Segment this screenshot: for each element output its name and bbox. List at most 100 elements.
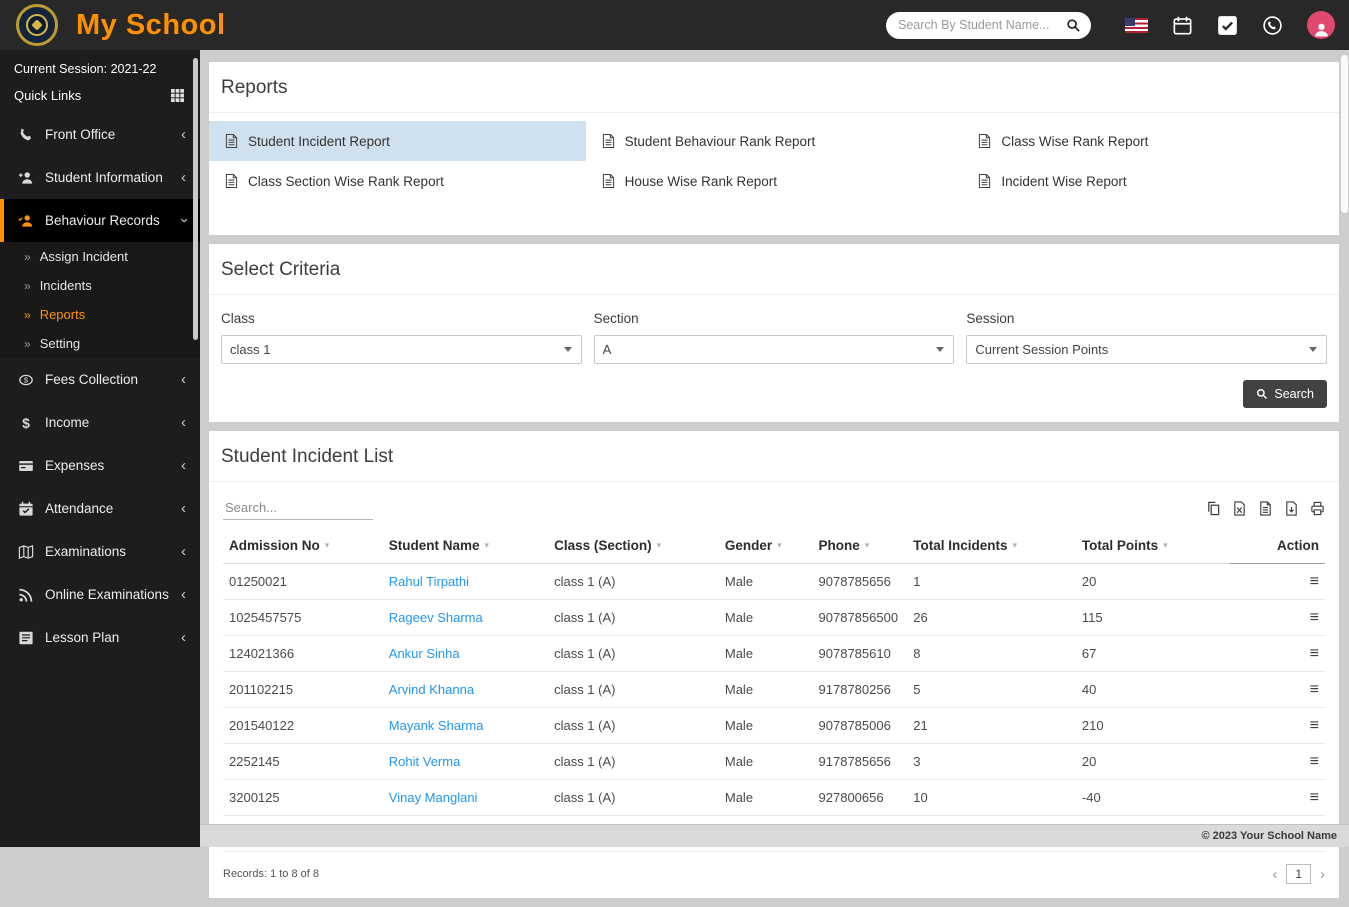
sidebar-subitem[interactable]: » Assign Incident	[0, 242, 200, 271]
sidebar-subitem[interactable]: » Setting	[0, 329, 200, 358]
class-section-cell: class 1 (A)	[548, 780, 719, 816]
column-header[interactable]: Action▾	[1230, 528, 1325, 564]
criteria-field: Section A	[594, 311, 955, 364]
page-number[interactable]: 1	[1286, 864, 1311, 884]
sidebar-item[interactable]: $ Fees Collection ‹	[0, 358, 200, 401]
whatsapp-icon[interactable]	[1262, 15, 1283, 36]
incident-list-title: Student Incident List	[209, 431, 1339, 482]
student-search-input[interactable]	[898, 18, 1066, 32]
report-link[interactable]: Student Behaviour Rank Report	[586, 121, 963, 161]
total-incidents-cell: 8	[907, 636, 1076, 672]
criteria-select[interactable]: A	[594, 335, 955, 364]
column-header[interactable]: Phone▾	[813, 528, 908, 564]
column-header[interactable]: Total Incidents▾	[907, 528, 1076, 564]
row-action-menu-icon[interactable]: ≡	[1310, 645, 1319, 662]
criteria-actions: Search	[209, 364, 1339, 408]
phone-cell: 90787856500	[813, 600, 908, 636]
sidebar-item[interactable]: Expenses ‹	[0, 444, 200, 487]
task-check-icon[interactable]	[1217, 15, 1238, 36]
quick-links[interactable]: Quick Links	[0, 80, 200, 113]
next-page-icon[interactable]: ›	[1320, 866, 1325, 883]
student-name-link[interactable]: Mayank Sharma	[389, 718, 484, 733]
records-info: Records: 1 to 8 of 8	[223, 868, 319, 880]
phone-cell: 9078785006	[813, 708, 908, 744]
row-action-menu-icon[interactable]: ≡	[1310, 573, 1319, 590]
column-header[interactable]: Class (Section)▾	[548, 528, 719, 564]
chevron-icon: ‹	[181, 415, 186, 430]
report-link-label: Student Behaviour Rank Report	[625, 134, 816, 149]
attendance-icon	[18, 501, 34, 517]
phone-cell: 9078785610	[813, 636, 908, 672]
sidebar-item[interactable]: Student Information ‹	[0, 156, 200, 199]
chevron-icon: ‹	[181, 127, 186, 142]
gender-cell: Male	[719, 672, 813, 708]
row-action-menu-icon[interactable]: ≡	[1310, 717, 1319, 734]
brand[interactable]: My School	[0, 4, 226, 46]
student-name-link[interactable]: Vinay Manglani	[389, 790, 478, 805]
report-link-label: Student Incident Report	[248, 134, 390, 149]
excel-icon[interactable]	[1232, 501, 1247, 516]
csv-icon[interactable]	[1258, 501, 1273, 516]
report-link[interactable]: House Wise Rank Report	[586, 161, 963, 201]
us-flag-icon[interactable]	[1125, 18, 1148, 33]
sidebar-subitem[interactable]: » Incidents	[0, 271, 200, 300]
sidebar-item[interactable]: Front Office ‹	[0, 113, 200, 156]
lesson-plan-icon	[18, 630, 34, 646]
report-link[interactable]: Student Incident Report	[209, 121, 586, 161]
sidebar-subitem[interactable]: » Reports	[0, 300, 200, 329]
table-row: 1025457575 Rageev Sharma class 1 (A) Mal…	[223, 600, 1325, 636]
print-icon[interactable]	[1310, 501, 1325, 516]
criteria-select[interactable]: class 1	[221, 335, 582, 364]
field-label: Section	[594, 311, 955, 326]
sidebar-item[interactable]: Examinations ‹	[0, 530, 200, 573]
sidebar-scrollbar[interactable]	[193, 58, 198, 340]
profile-avatar[interactable]	[1307, 11, 1335, 39]
row-action-menu-icon[interactable]: ≡	[1310, 753, 1319, 770]
sidebar-item-label: Online Examinations	[45, 587, 170, 602]
report-link[interactable]: Class Section Wise Rank Report	[209, 161, 586, 201]
reports-title: Reports	[209, 62, 1339, 113]
student-name-link[interactable]: Rohit Verma	[389, 754, 461, 769]
gender-cell: Male	[719, 564, 813, 600]
grid-icon[interactable]	[171, 89, 184, 102]
gender-cell: Male	[719, 708, 813, 744]
action-cell: ≡	[1230, 672, 1325, 708]
row-action-menu-icon[interactable]: ≡	[1310, 789, 1319, 806]
student-name-link[interactable]: Ankur Sinha	[389, 646, 460, 661]
row-action-menu-icon[interactable]: ≡	[1310, 609, 1319, 626]
total-points-cell: 20	[1076, 564, 1230, 600]
report-link-label: Incident Wise Report	[1001, 174, 1126, 189]
table-search-input[interactable]	[223, 496, 373, 520]
sidebar-item[interactable]: Lesson Plan ‹	[0, 616, 200, 659]
report-link[interactable]: Incident Wise Report	[962, 161, 1339, 201]
column-header[interactable]: Admission No▾	[223, 528, 383, 564]
page-scrollbar[interactable]	[1341, 55, 1348, 213]
column-header[interactable]: Student Name▾	[383, 528, 548, 564]
column-header[interactable]: Gender▾	[719, 528, 813, 564]
sidebar-item[interactable]: Attendance ‹	[0, 487, 200, 530]
student-name-link[interactable]: Rageev Sharma	[389, 610, 483, 625]
column-header[interactable]: Total Points▾	[1076, 528, 1230, 564]
total-incidents-cell: 3	[907, 744, 1076, 780]
student-name-link[interactable]: Rahul Tirpathi	[389, 574, 469, 589]
row-action-menu-icon[interactable]: ≡	[1310, 681, 1319, 698]
student-name-link[interactable]: Arvind Khanna	[389, 682, 474, 697]
search-button[interactable]: Search	[1243, 380, 1327, 408]
report-link[interactable]: Class Wise Rank Report	[962, 121, 1339, 161]
prev-page-icon[interactable]: ‹	[1272, 866, 1277, 883]
expenses-icon	[18, 458, 34, 474]
total-points-cell: 40	[1076, 672, 1230, 708]
pdf-icon[interactable]	[1284, 501, 1299, 516]
gender-cell: Male	[719, 636, 813, 672]
copy-icon[interactable]	[1206, 501, 1221, 516]
sidebar-item[interactable]: Behaviour Records ‹	[0, 199, 200, 242]
criteria-select[interactable]: Current Session Points	[966, 335, 1327, 364]
phone-cell: 9178780256	[813, 672, 908, 708]
criteria-field: Session Current Session Points	[966, 311, 1327, 364]
table-row: 01250021 Rahul Tirpathi class 1 (A) Male…	[223, 564, 1325, 600]
sidebar-item[interactable]: $ Income ‹	[0, 401, 200, 444]
sidebar-item[interactable]: Online Examinations ‹	[0, 573, 200, 616]
total-incidents-cell: 10	[907, 780, 1076, 816]
search-icon[interactable]	[1066, 18, 1081, 33]
calendar-icon[interactable]	[1172, 15, 1193, 36]
